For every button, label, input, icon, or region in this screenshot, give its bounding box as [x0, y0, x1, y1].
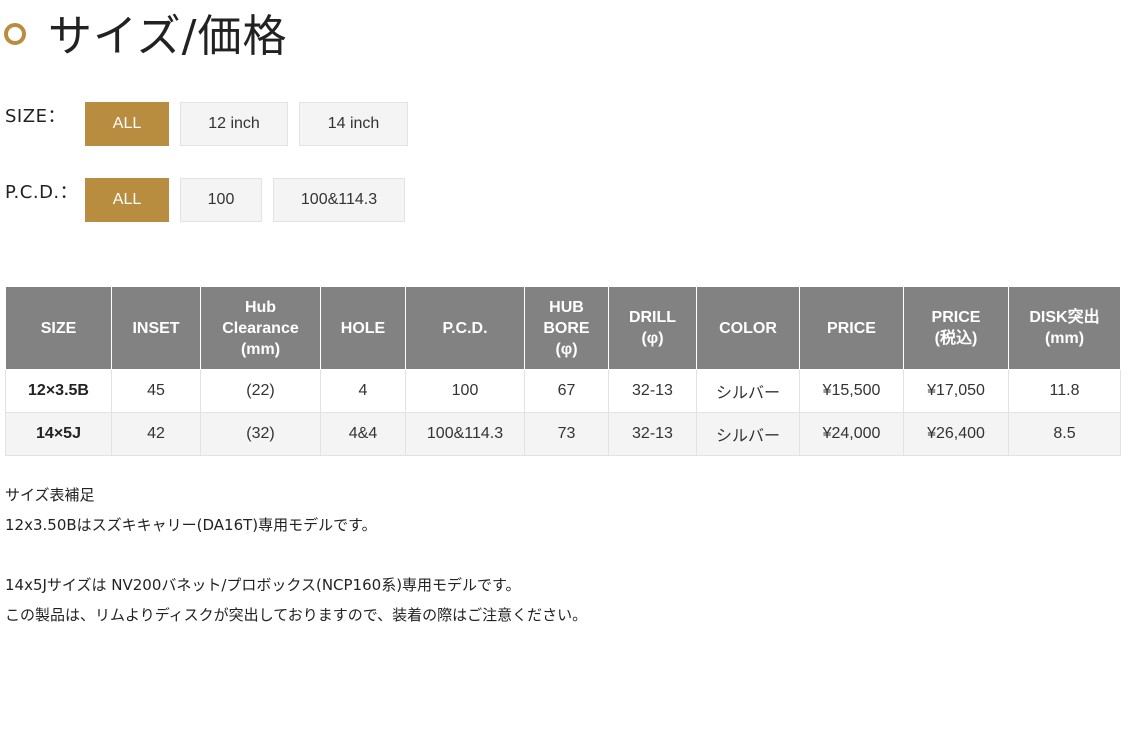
col-header-price-tax: PRICE (税込): [903, 286, 1009, 370]
cell-inset: 45: [111, 369, 201, 413]
size-filter-14inch-button[interactable]: 14 inch: [299, 102, 408, 146]
cell-drill: 32-13: [608, 412, 697, 456]
table-header-row: SIZE INSET Hub Clearance (mm) HOLE P.C.D. …: [5, 286, 1121, 370]
cell-price-tax: ¥17,050: [903, 369, 1009, 413]
col-header-inset: INSET: [111, 286, 201, 370]
cell-disk-offset: 11.8: [1008, 369, 1121, 413]
cell-hole: 4&4: [320, 412, 406, 456]
cell-hub-bore: 73: [524, 412, 609, 456]
col-header-pcd: P.C.D.: [405, 286, 525, 370]
col-header-hub-clearance: Hub Clearance (mm): [200, 286, 321, 370]
pcd-filter-100-114-button[interactable]: 100&114.3: [273, 178, 405, 222]
notes-heading: サイズ表補足: [5, 486, 95, 504]
note-spacer: [5, 540, 587, 570]
col-header-size: SIZE: [5, 286, 112, 370]
spec-table: SIZE INSET Hub Clearance (mm) HOLE P.C.D. …: [5, 286, 1121, 456]
pcd-filter-100-button[interactable]: 100: [180, 178, 262, 222]
col-header-color: COLOR: [696, 286, 800, 370]
size-filter-12inch-button[interactable]: 12 inch: [180, 102, 288, 146]
col-header-hole: HOLE: [320, 286, 406, 370]
cell-hole: 4: [320, 369, 406, 413]
note-line: 14x5Jサイズは NV200バネット/プロボックス(NCP160系)専用モデル…: [5, 576, 521, 594]
cell-color: シルバー: [696, 369, 800, 413]
note-line: 12x3.50Bはスズキキャリー(DA16T)専用モデルです。: [5, 516, 377, 534]
cell-hub-clearance: (32): [200, 412, 321, 456]
circle-bullet-icon: [4, 23, 26, 45]
cell-price-tax: ¥26,400: [903, 412, 1009, 456]
cell-pcd: 100: [405, 369, 525, 413]
pcd-filter: P.C.D.： ALL 100 100&114.3: [5, 178, 416, 224]
section-header: サイズ/価格: [4, 4, 288, 62]
size-filter-label: SIZE：: [5, 106, 66, 127]
cell-inset: 42: [111, 412, 201, 456]
pcd-filter-label: P.C.D.：: [5, 182, 79, 203]
cell-hub-bore: 67: [524, 369, 609, 413]
cell-pcd: 100&114.3: [405, 412, 525, 456]
size-filter: SIZE： ALL 12 inch 14 inch: [5, 102, 419, 148]
size-notes: サイズ表補足 12x3.50Bはスズキキャリー(DA16T)専用モデルです。 1…: [5, 480, 587, 630]
cell-size: 14×5J: [5, 412, 112, 456]
pcd-filter-all-button[interactable]: ALL: [85, 178, 169, 222]
col-header-disk-offset: DISK突出 (mm): [1008, 286, 1121, 370]
cell-price: ¥24,000: [799, 412, 904, 456]
col-header-price: PRICE: [799, 286, 904, 370]
size-filter-all-button[interactable]: ALL: [85, 102, 169, 146]
cell-hub-clearance: (22): [200, 369, 321, 413]
page-title: サイズ/価格: [48, 11, 288, 62]
cell-price: ¥15,500: [799, 369, 904, 413]
cell-size: 12×3.5B: [5, 369, 112, 413]
table-row: 12×3.5B 45 (22) 4 100 67 32-13 シルバー ¥15,…: [5, 369, 1121, 413]
note-line: この製品は、リムよりディスクが突出しておりますので、装着の際はご注意ください。: [5, 606, 588, 624]
col-header-drill: DRILL (φ): [608, 286, 697, 370]
col-header-hub-bore: HUB BORE (φ): [524, 286, 609, 370]
table-row: 14×5J 42 (32) 4&4 100&114.3 73 32-13 シルバ…: [5, 412, 1121, 456]
cell-disk-offset: 8.5: [1008, 412, 1121, 456]
cell-color: シルバー: [696, 412, 800, 456]
cell-drill: 32-13: [608, 369, 697, 413]
